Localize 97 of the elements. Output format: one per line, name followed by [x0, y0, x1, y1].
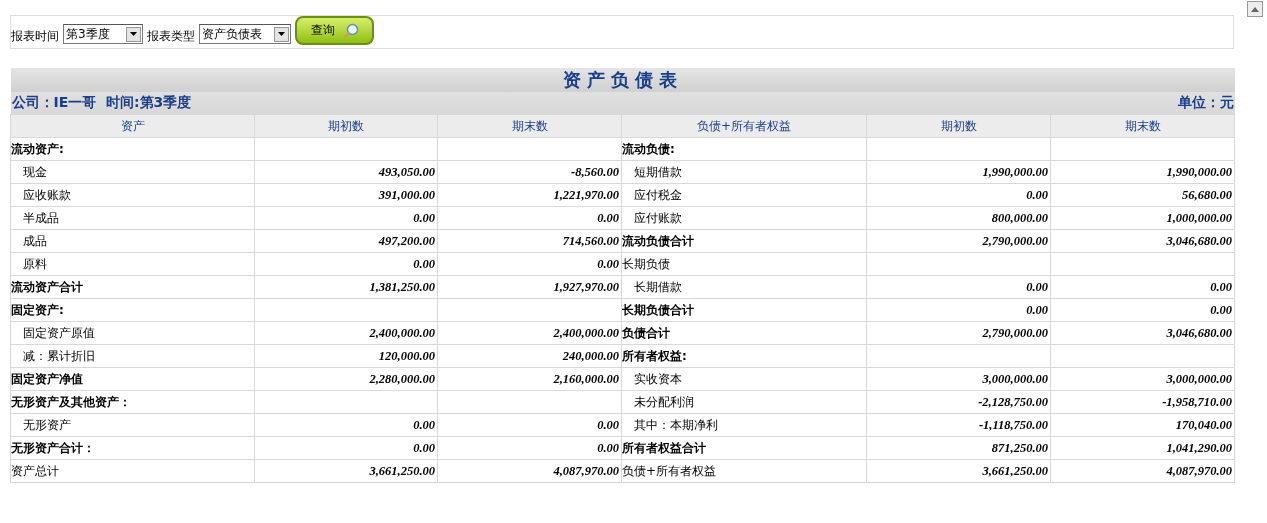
amount-cell: 0.00 [866, 183, 1051, 207]
amount-cell: 2,400,000.00 [254, 321, 438, 345]
row-label: 固定资产原值 [10, 321, 255, 345]
amount-cell: 2,790,000.00 [866, 321, 1051, 345]
row-label: 应付税金 [621, 183, 867, 207]
amount-cell: 1,381,250.00 [254, 275, 438, 299]
row-label: 实收资本 [621, 367, 867, 391]
row-label: 现金 [10, 160, 255, 184]
amount-cell: 1,990,000.00 [1050, 160, 1235, 184]
row-label: 所有者权益: [621, 344, 867, 368]
amount-cell: 4,087,970.00 [1050, 459, 1235, 483]
amount-cell: 800,000.00 [866, 206, 1051, 230]
row-label: 减：累计折旧 [10, 344, 255, 368]
amount-cell: 170,040.00 [1050, 413, 1235, 437]
row-label: 成品 [10, 229, 255, 253]
scroll-up-button[interactable] [1247, 1, 1263, 17]
row-label: 短期借款 [621, 160, 867, 184]
unit-label: 单位：元 [1177, 94, 1234, 112]
row-label: 资产总计 [10, 459, 255, 483]
amount-cell: 0.00 [437, 252, 622, 276]
column-header: 期初数 [254, 114, 438, 138]
row-label: 无形资产 [10, 413, 255, 437]
amount-cell: 1,990,000.00 [866, 160, 1051, 184]
amount-cell: 3,000,000.00 [866, 367, 1051, 391]
row-label: 原料 [10, 252, 255, 276]
amount-cell: 4,087,970.00 [437, 459, 622, 483]
period-select[interactable]: 第3季度 [63, 24, 143, 44]
row-label: 所有者权益合计 [621, 436, 867, 460]
amount-cell: 3,661,250.00 [866, 459, 1051, 483]
amount-cell: 0.00 [254, 252, 438, 276]
amount-cell: 3,661,250.00 [254, 459, 438, 483]
amount-cell: 3,000,000.00 [1050, 367, 1235, 391]
amount-cell: 0.00 [1050, 298, 1235, 322]
amount-cell: 497,200.00 [254, 229, 438, 253]
report-title: 资产负债表 [10, 68, 1235, 92]
amount-cell: 0.00 [1050, 275, 1235, 299]
row-label: 无形资产及其他资产： [10, 390, 255, 414]
amount-cell: 3,046,680.00 [1050, 229, 1235, 253]
amount-cell: 0.00 [437, 413, 622, 437]
amount-cell: 0.00 [437, 436, 622, 460]
amount-cell: 1,927,970.00 [437, 275, 622, 299]
amount-cell: 0.00 [437, 206, 622, 230]
amount-cell: -1,958,710.00 [1050, 390, 1235, 414]
query-button[interactable]: 查询 [295, 16, 374, 45]
company-period: 公司：IE一哥 时间:第3季度 [11, 94, 192, 112]
search-icon [342, 22, 359, 39]
type-label: 报表类型 [147, 28, 195, 45]
amount-cell: 1,221,970.00 [437, 183, 622, 207]
column-header: 期末数 [437, 114, 622, 138]
amount-cell: 1,041,290.00 [1050, 436, 1235, 460]
row-label: 固定资产: [10, 298, 255, 322]
amount-cell: 120,000.00 [254, 344, 438, 368]
column-header: 负债+所有者权益 [621, 114, 867, 138]
row-label: 负债合计 [621, 321, 867, 345]
caret-icon [278, 32, 285, 36]
amount-cell: 2,400,000.00 [437, 321, 622, 345]
amount-cell: 714,560.00 [437, 229, 622, 253]
amount-cell: 871,250.00 [866, 436, 1051, 460]
row-label: 流动资产合计 [10, 275, 255, 299]
amount-cell: 2,280,000.00 [254, 367, 438, 391]
amount-cell: 0.00 [866, 275, 1051, 299]
row-label: 流动资产: [10, 137, 255, 161]
amount-cell: 56,680.00 [1050, 183, 1235, 207]
amount-cell: 391,000.00 [254, 183, 438, 207]
amount-cell: -2,128,750.00 [866, 390, 1051, 414]
amount-cell: -1,118,750.00 [866, 413, 1051, 437]
row-label: 流动负债: [621, 137, 867, 161]
amount-cell: 2,160,000.00 [437, 367, 622, 391]
row-label: 应收账款 [10, 183, 255, 207]
row-label: 未分配利润 [621, 390, 867, 414]
amount-cell: 493,050.00 [254, 160, 438, 184]
column-header: 期初数 [866, 114, 1051, 138]
up-arrow-icon [1251, 6, 1259, 12]
amount-cell: 0.00 [254, 206, 438, 230]
row-label: 长期负债 [621, 252, 867, 276]
row-label: 其中：本期净利 [621, 413, 867, 437]
row-label: 固定资产净值 [10, 367, 255, 391]
column-header: 资产 [10, 114, 255, 138]
row-label: 流动负债合计 [621, 229, 867, 253]
caret-icon [130, 32, 137, 36]
amount-cell: 0.00 [254, 436, 438, 460]
row-label: 半成品 [10, 206, 255, 230]
amount-cell: 0.00 [866, 298, 1051, 322]
row-label: 负债+所有者权益 [621, 459, 867, 483]
row-label: 无形资产合计： [10, 436, 255, 460]
type-select[interactable]: 资产负债表 [199, 24, 291, 44]
period-label: 报表时间 [11, 28, 59, 45]
column-header: 期末数 [1050, 114, 1235, 138]
amount-cell: 2,790,000.00 [866, 229, 1051, 253]
amount-cell: -8,560.00 [437, 160, 622, 184]
row-label: 长期借款 [621, 275, 867, 299]
amount-cell: 0.00 [254, 413, 438, 437]
row-label: 长期负债合计 [621, 298, 867, 322]
amount-cell: 240,000.00 [437, 344, 622, 368]
amount-cell: 3,046,680.00 [1050, 321, 1235, 345]
amount-cell: 1,000,000.00 [1050, 206, 1235, 230]
row-label: 应付账款 [621, 206, 867, 230]
